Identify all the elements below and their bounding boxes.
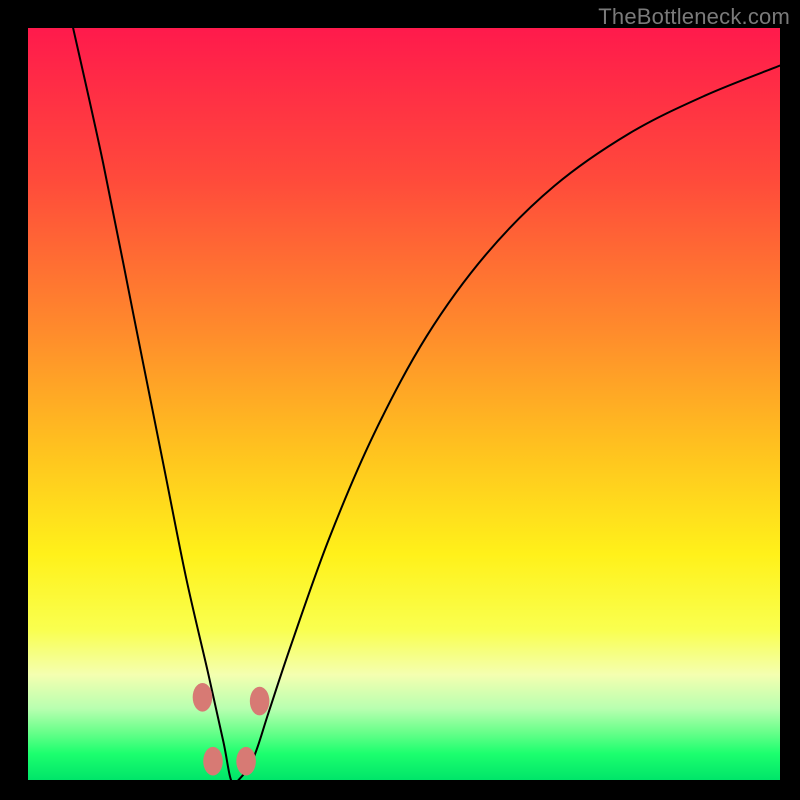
highlight-markers (193, 683, 270, 775)
plot-area (28, 28, 780, 780)
marker-point (236, 747, 256, 776)
bottleneck-curve (73, 28, 780, 780)
watermark-text: TheBottleneck.com (598, 4, 790, 30)
marker-point (203, 747, 223, 776)
marker-point (193, 683, 213, 712)
curve-layer (28, 28, 780, 780)
chart-canvas: TheBottleneck.com (0, 0, 800, 800)
marker-point (250, 687, 270, 716)
